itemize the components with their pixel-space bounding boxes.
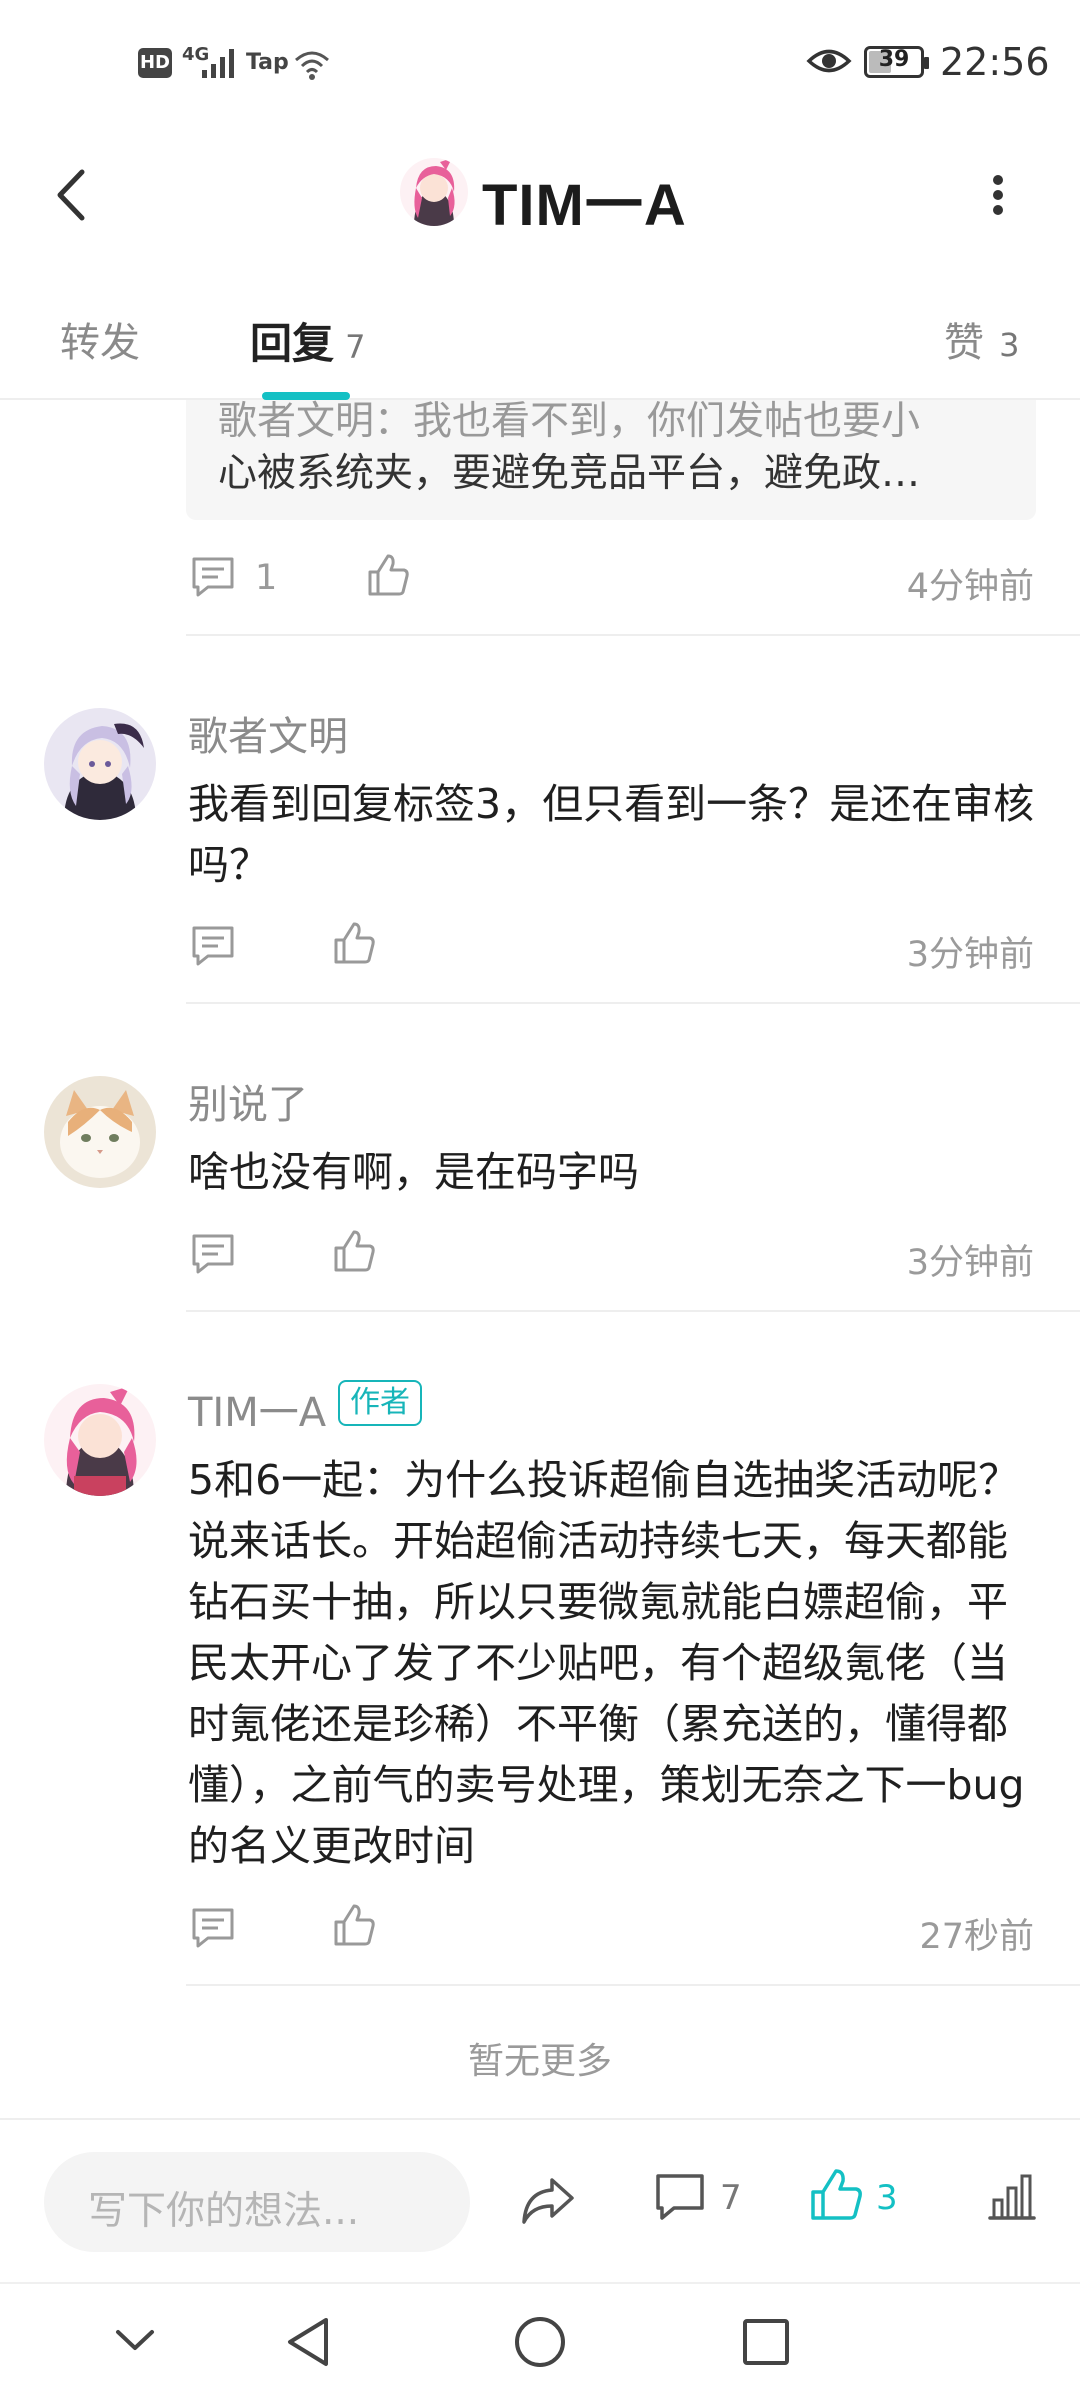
thumbs-up-icon [334, 1230, 375, 1272]
header-avatar[interactable] [400, 158, 468, 226]
comment-input[interactable]: 写下你的想法... [44, 2152, 470, 2252]
username[interactable]: 别说了 [188, 1072, 308, 1130]
comment-icon [192, 1234, 234, 1274]
bottom-action-bar: 写下你的想法... 7 3 [0, 2118, 1080, 2280]
tab-reply-count: 7 [345, 328, 366, 366]
divider [186, 634, 1080, 636]
clock: 22:56 [940, 40, 1050, 84]
square-recents-icon [743, 2319, 789, 2365]
comment-button[interactable] [190, 924, 236, 968]
comment-button[interactable] [190, 555, 236, 599]
divider [186, 1310, 1080, 1312]
tab-forward[interactable]: 转发 [60, 310, 140, 368]
comment-time: 27秒前 [919, 1917, 1034, 1957]
username[interactable]: 歌者文明 [188, 704, 348, 762]
chevron-left-icon [57, 169, 85, 221]
tab-reply[interactable]: 回复 7 [250, 310, 365, 371]
more-options-button[interactable] [980, 160, 1040, 230]
quoted-reply-count: 1 [255, 558, 278, 598]
avatar[interactable] [44, 708, 156, 820]
cat-avatar-icon [44, 1076, 156, 1188]
likes-count: 3 [876, 2178, 898, 2218]
battery-icon: 39 [864, 46, 929, 78]
stats-button[interactable] [984, 2170, 1040, 2226]
comment-time: 3分钟前 [906, 1243, 1034, 1283]
thumbs-up-icon [334, 1904, 375, 1946]
header: TIM一A [0, 130, 1080, 260]
no-more-label: 暂无更多 [467, 2041, 612, 2082]
username[interactable]: TIM一A [188, 1380, 326, 1438]
back-nav-button[interactable] [282, 2314, 336, 2370]
comment-icon [192, 557, 234, 597]
divider [186, 1002, 1080, 1004]
comments-button[interactable] [652, 2170, 708, 2226]
system-navigation-bar [0, 2282, 1080, 2400]
comment-button[interactable] [190, 1906, 236, 1950]
like-button[interactable] [332, 1228, 376, 1274]
battery-level: 39 [878, 47, 910, 72]
avatar[interactable] [44, 1384, 156, 1496]
like-button[interactable] [366, 552, 410, 598]
avatar[interactable] [44, 1076, 156, 1188]
comment-time: 3分钟前 [906, 935, 1034, 975]
chevron-down-icon [116, 2330, 154, 2350]
page-title: TIM一A [482, 173, 687, 238]
tab-like-label: 赞 [944, 320, 984, 366]
more-vertical-icon [993, 175, 1003, 215]
tab-reply-label: 回复 [250, 319, 335, 368]
quoted-text-line2: 心被系统夹，要避免竞品平台，避免政… [218, 451, 921, 496]
collapse-button[interactable] [110, 2316, 160, 2366]
comment-text: 啥也没有啊，是在码字吗 [188, 1148, 639, 1196]
tab-like-count: 3 [999, 326, 1020, 364]
bar-chart-icon [988, 2174, 1036, 2220]
comment-button[interactable] [190, 1232, 236, 1276]
tab-active-indicator [262, 392, 350, 400]
comment-icon [656, 2174, 704, 2220]
comment-text: 5和6一起：为什么投诉超偷自选抽奖活动呢？说来话长。开始超偷活动持续七天，每天都… [188, 1456, 1025, 1870]
like-button[interactable] [332, 920, 376, 966]
author-badge: 作者 [338, 1380, 422, 1426]
comment-input-placeholder: 写下你的想法... [88, 2189, 360, 2234]
back-button[interactable] [40, 160, 110, 230]
thumbs-up-icon [334, 922, 375, 964]
status-bar: HD 4G Tap 39 22:56 [0, 0, 1080, 130]
comment-icon [192, 926, 234, 966]
anime-girl-avatar-icon [400, 158, 468, 226]
thumbs-up-icon [811, 2169, 862, 2220]
circle-home-icon [515, 2317, 565, 2367]
tab-bar: 转发 回复 7 赞 3 [0, 270, 1080, 400]
comments-count: 7 [720, 2178, 742, 2218]
comment-icon [192, 1908, 234, 1948]
carrier-label: Tap [246, 50, 289, 75]
recents-nav-button[interactable] [740, 2316, 792, 2368]
quoted-time: 4分钟前 [906, 567, 1034, 607]
tab-like[interactable]: 赞 3 [944, 310, 1019, 368]
comment-text: 我看到回复标签3，但只看到一条？是还在审核吗？ [188, 780, 1035, 889]
share-button[interactable] [518, 2172, 578, 2228]
thumbs-up-icon [368, 554, 409, 596]
share-arrow-icon [522, 2178, 574, 2224]
like-post-button[interactable] [808, 2166, 864, 2224]
signal-icon [200, 46, 240, 80]
anime-girl-avatar-icon [44, 708, 156, 820]
triangle-back-icon [288, 2318, 328, 2366]
anime-girl-avatar-icon [44, 1384, 156, 1496]
hd-indicator: HD [138, 48, 172, 78]
like-button[interactable] [332, 1902, 376, 1948]
divider [186, 1984, 1080, 1986]
eye-comfort-icon [806, 44, 852, 78]
home-nav-button[interactable] [512, 2314, 568, 2370]
wifi-icon [292, 48, 332, 82]
